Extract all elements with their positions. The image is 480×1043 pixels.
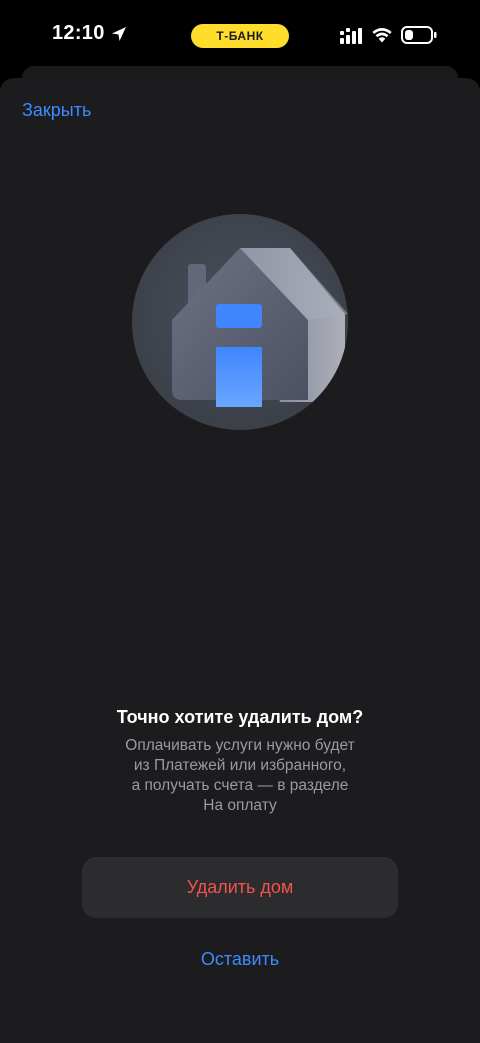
status-bar: 12:10 Т-БАНК (0, 0, 480, 70)
dialog-message-line: Оплачивать услуги нужно будет (125, 737, 355, 754)
carrier-badge: Т-БАНК (191, 24, 289, 48)
delete-home-button[interactable]: Удалить дом (82, 857, 398, 918)
dialog-message: Оплачивать услуги нужно будет из Платеже… (90, 736, 390, 816)
keep-button[interactable]: Оставить (140, 944, 340, 974)
dialog-message-line: а получать счета — в разделе (131, 777, 349, 794)
location-arrow-icon (112, 27, 126, 41)
screen: 12:10 Т-БАНК Закрыть Точно хотите удалит… (0, 0, 480, 1043)
dialog-title: Точно хотите удалить дом? (116, 707, 364, 727)
close-button[interactable]: Закрыть (22, 98, 91, 122)
wifi-icon (372, 28, 392, 43)
status-time: 12:10 (52, 22, 105, 44)
dialog-message-line: из Платежей или избранного, (133, 757, 347, 774)
house-icon (132, 214, 348, 430)
dialog-message-line: На оплату (203, 797, 277, 814)
cellular-signal-icon (340, 28, 362, 44)
battery-icon (401, 26, 437, 44)
